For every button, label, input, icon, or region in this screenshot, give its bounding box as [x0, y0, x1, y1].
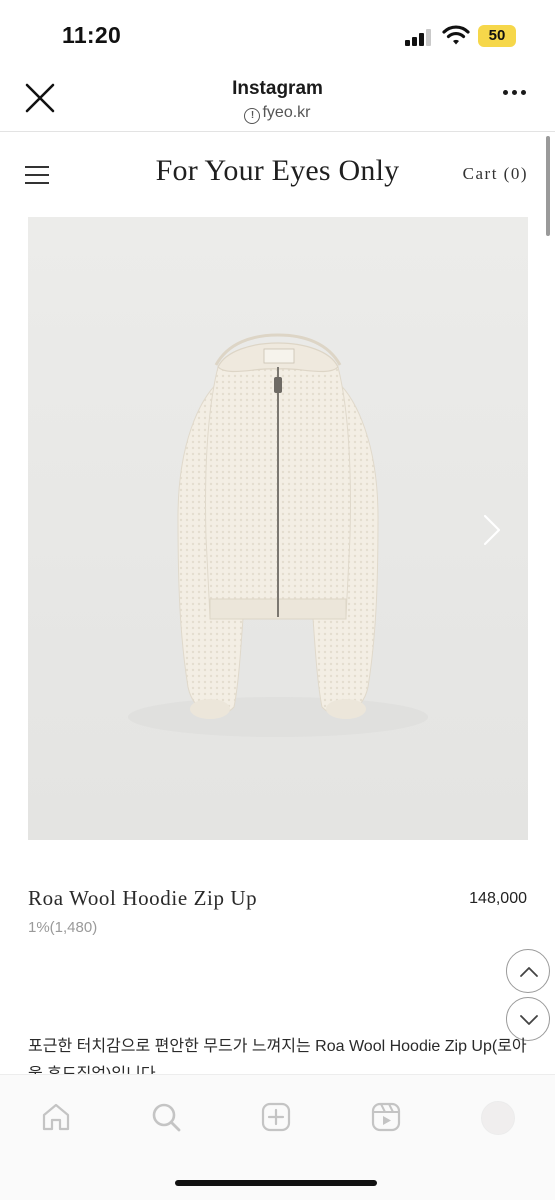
scroll-up-button[interactable] [506, 949, 550, 993]
domain-text: fyeo.kr [262, 104, 311, 121]
more-icon[interactable] [503, 90, 527, 98]
create-icon[interactable] [258, 1099, 294, 1135]
reels-icon[interactable] [368, 1099, 404, 1135]
info-icon: ! [244, 108, 261, 124]
product-description-line: 포근한 터치감으로 편안한 무드가 느껴지는 Roa Wool Hoodie Z… [28, 1038, 527, 1055]
cart-link[interactable]: Cart (0) [463, 164, 528, 184]
in-app-browser-header: Instagram ! fyeo.kr [0, 68, 555, 132]
status-bar: 11:20 50 [0, 0, 555, 68]
product-points: 1%(1,480) [28, 919, 98, 936]
product-name: Roa Wool Hoodie Zip Up [28, 886, 258, 910]
home-indicator [175, 1180, 377, 1186]
wifi-icon [442, 24, 470, 46]
product-image[interactable] [28, 217, 528, 840]
browser-title: Instagram [232, 78, 323, 99]
product-description-line: 울 후드집업)입니다. [28, 1060, 160, 1074]
battery-indicator: 50 [478, 25, 516, 47]
chevron-down-icon [520, 1015, 538, 1025]
product-price: 148,000 [469, 890, 527, 907]
carousel-next-icon[interactable] [480, 512, 504, 548]
home-icon[interactable] [38, 1099, 74, 1135]
status-time: 11:20 [62, 22, 122, 48]
cellular-signal-icon [405, 28, 435, 46]
chevron-up-icon [520, 967, 538, 977]
profile-avatar[interactable] [481, 1101, 515, 1135]
hoodie-illustration [128, 333, 428, 737]
search-icon[interactable] [148, 1099, 184, 1135]
browser-domain[interactable]: ! fyeo.kr [0, 104, 555, 124]
